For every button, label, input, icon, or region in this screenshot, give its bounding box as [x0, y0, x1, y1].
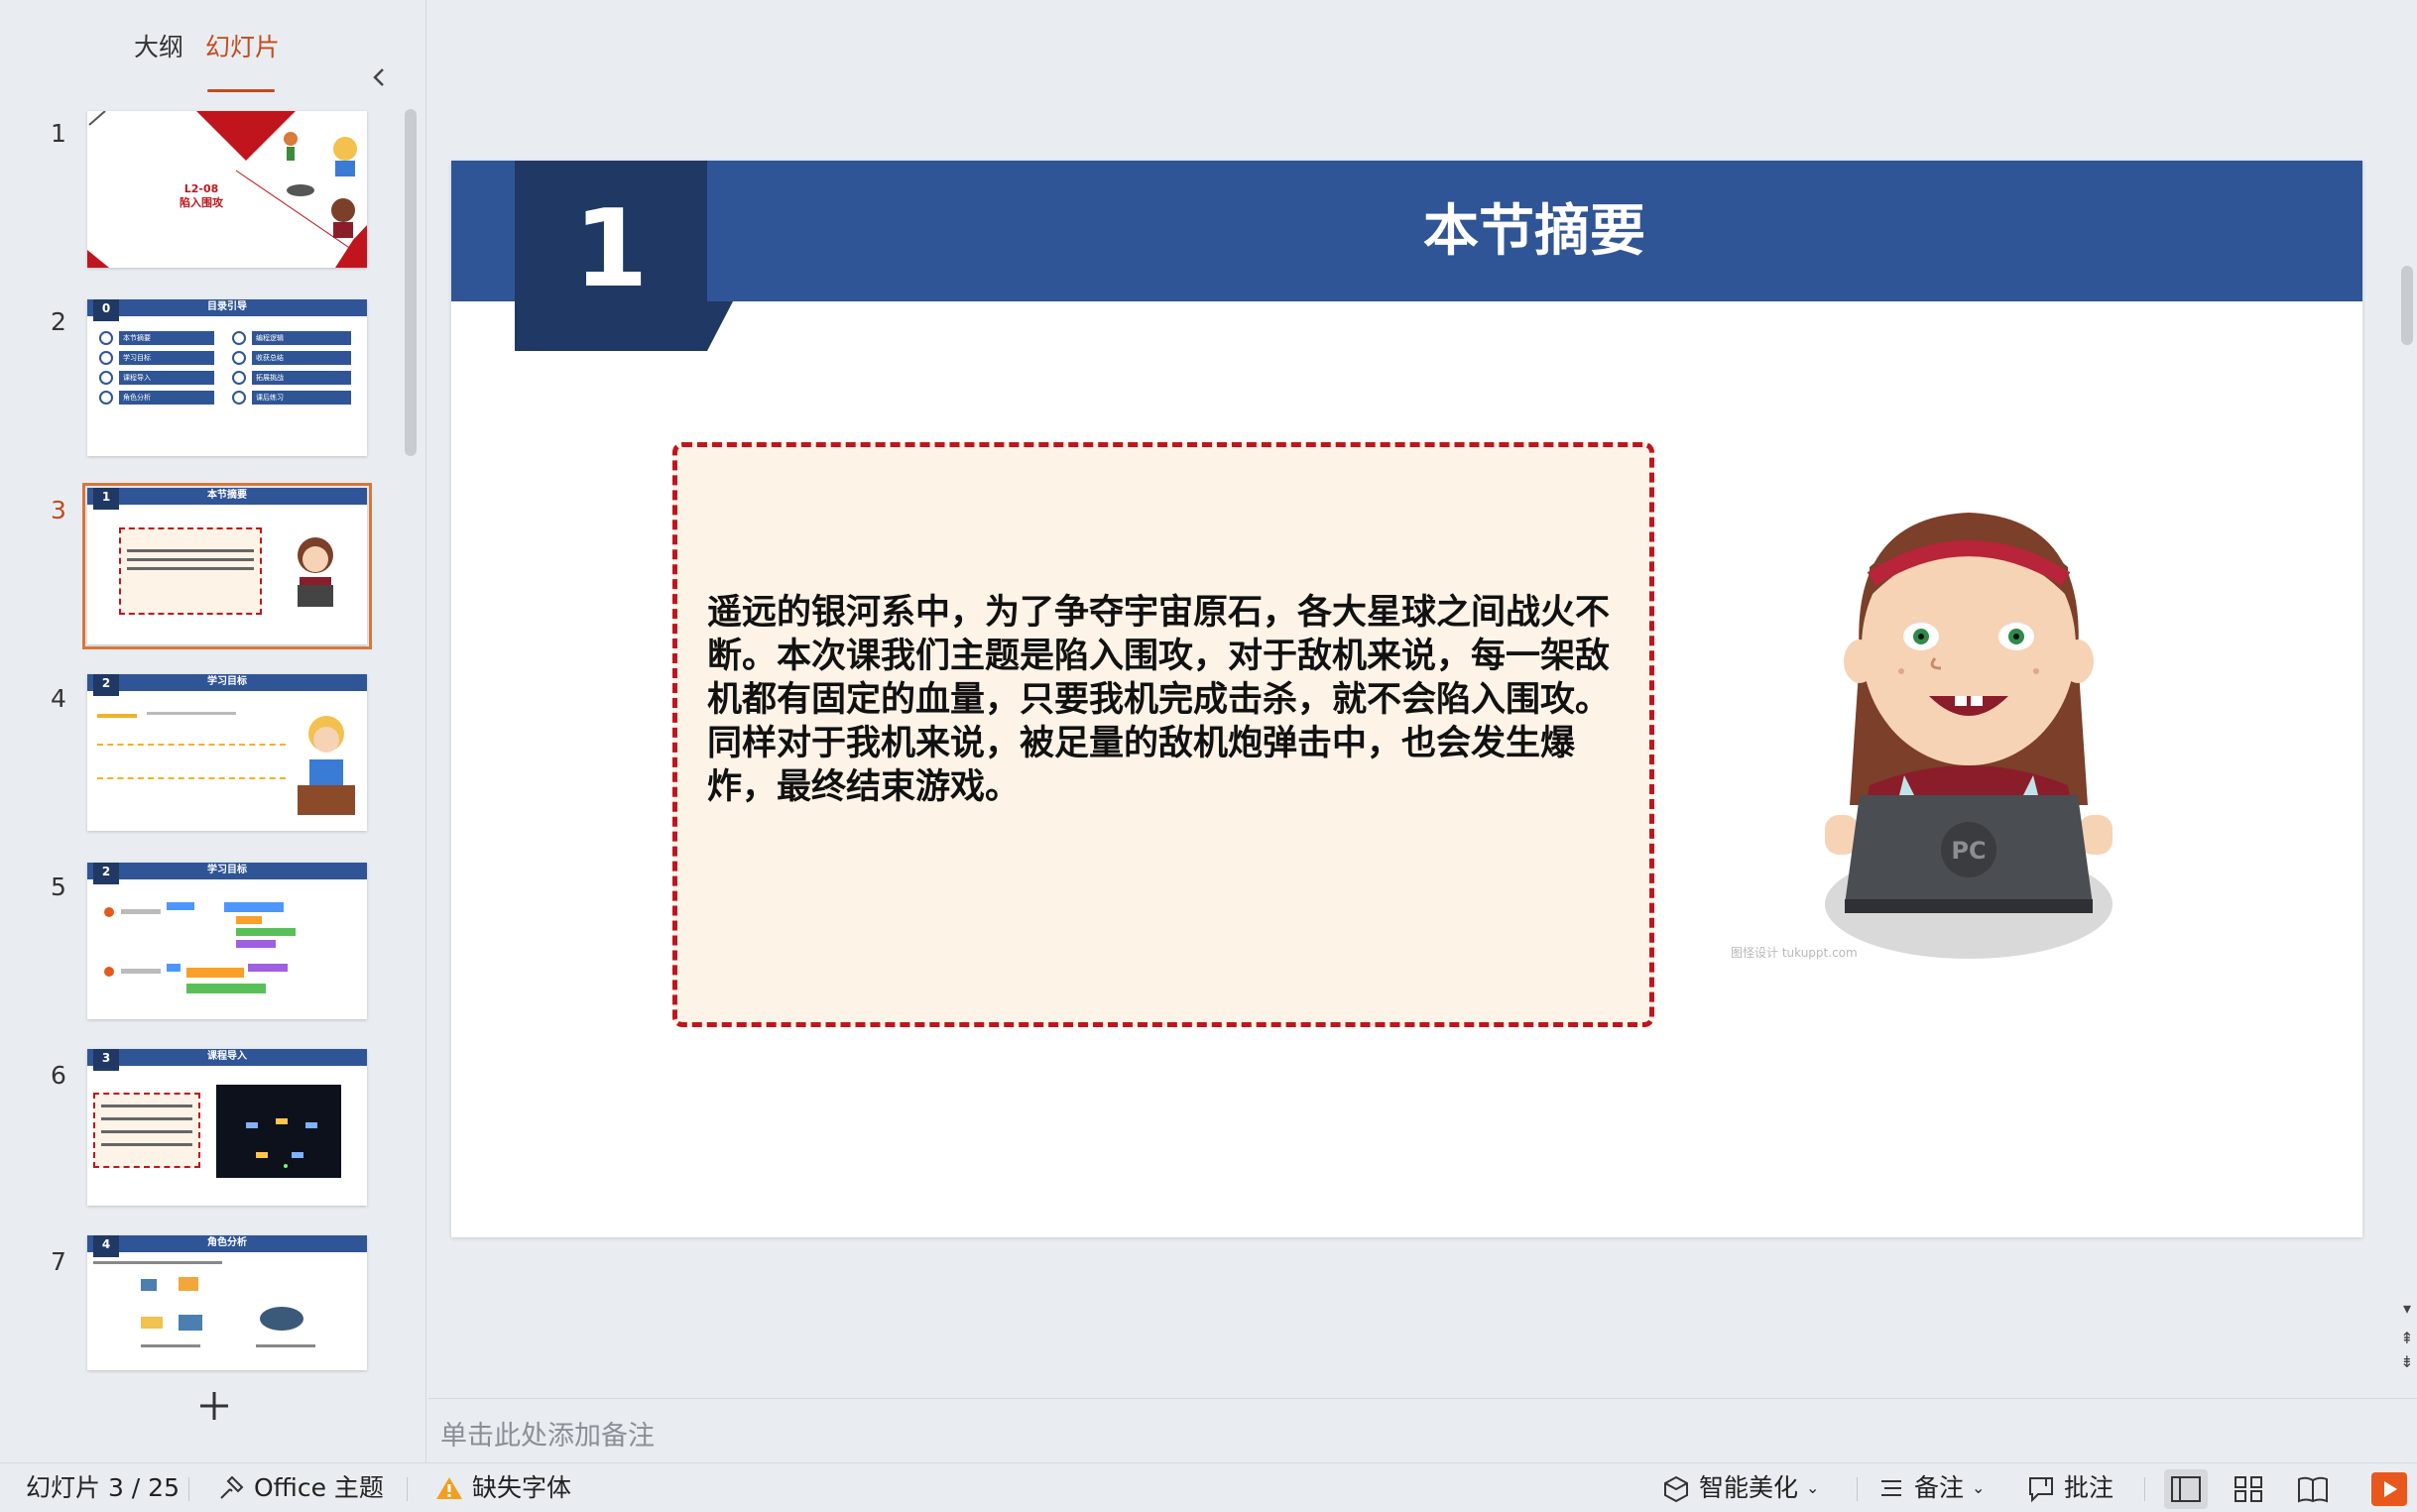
slide-number-label: 7 — [51, 1247, 66, 1276]
slide-number-label: 1 — [51, 119, 66, 148]
boy-avatar-icon — [298, 716, 355, 815]
girl-avatar-icon — [298, 537, 333, 607]
toc-item: 课程导入 — [119, 371, 214, 385]
slideshow-play-button[interactable] — [2371, 1472, 2407, 1506]
slide-panel: 大纲 幻灯片 1 L2-08 陷入围攻 2 0 目录引导 本节摘要 学习目标 课… — [0, 0, 426, 1462]
slide-number-label: 6 — [51, 1061, 66, 1090]
slide-number-label: 5 — [51, 872, 66, 901]
slide-thumbnail-6[interactable]: 3 课程导入 — [87, 1049, 367, 1206]
comment-icon — [2029, 1477, 2053, 1503]
thumb-title: 本节摘要 — [207, 490, 247, 501]
tab-outline[interactable]: 大纲 — [134, 30, 183, 65]
comments-label: 批注 — [2064, 1473, 2115, 1502]
reading-view-icon[interactable] — [2291, 1469, 2335, 1509]
role-analysis-graphic — [93, 1261, 315, 1347]
play-icon — [2384, 1481, 2397, 1497]
slide-thumbnail-1[interactable]: L2-08 陷入围攻 — [87, 111, 367, 268]
chevron-left-icon[interactable] — [365, 61, 393, 93]
slide-counter-text: 幻灯片 3 / 25 — [26, 1473, 180, 1502]
theme-label: Office 主题 — [254, 1473, 384, 1502]
thumb-text-box — [93, 1093, 200, 1168]
toc-item: 拓展挑战 — [252, 371, 351, 385]
divider — [2144, 1477, 2145, 1501]
current-slide[interactable]: 1 本节摘要 遥远的银河系中，为了争夺宇宙原石，各大星球之间战火不断。本次课我们… — [451, 161, 2362, 1237]
notes-pane[interactable]: 单击此处添加备注 — [428, 1398, 2417, 1462]
slide-thumbnail-2[interactable]: 0 目录引导 本节摘要 学习目标 课程导入 角色分析 编程逻辑 收获总结 拓展挑… — [87, 299, 367, 456]
game-screenshot — [216, 1085, 341, 1178]
slide-number-label: 2 — [51, 307, 66, 336]
toc-right-column: 编程逻辑 收获总结 拓展挑战 课后练习 — [232, 331, 355, 405]
toc-item: 学习目标 — [119, 351, 214, 365]
thumb-title-line: L2-08 — [183, 182, 219, 195]
previous-slide-icon[interactable]: ⇞ — [2399, 1329, 2415, 1347]
editor-scrollbar[interactable]: ▾ ⇞ ⇟ — [2397, 129, 2417, 1371]
thumb-title: 学习目标 — [207, 676, 247, 687]
beautify-icon — [1664, 1475, 1688, 1503]
slide-title[interactable]: 本节摘要 — [707, 197, 2361, 267]
toc-item: 本节摘要 — [119, 331, 214, 345]
summary-text-box[interactable]: 遥远的银河系中，为了争夺宇宙原石，各大星球之间战火不断。本次课我们主题是陷入围攻… — [672, 442, 1654, 1027]
thumb-title: 目录引导 — [207, 301, 247, 312]
thumbnail-scrollbar[interactable] — [405, 109, 417, 456]
plus-icon[interactable] — [194, 1386, 234, 1426]
slide-number-label: 3 — [51, 496, 66, 524]
next-slide-icon[interactable]: ⇟ — [2399, 1352, 2415, 1371]
warning-icon — [436, 1477, 462, 1499]
slide-thumbnail-4[interactable]: 2 学习目标 — [87, 674, 367, 831]
notes-icon — [1881, 1480, 1901, 1496]
girl-with-laptop-illustration[interactable]: PC — [1820, 488, 2117, 1132]
scroll-thumb[interactable] — [2401, 266, 2413, 345]
thumb-title: 课程导入 — [207, 1051, 247, 1062]
thumb-title: 角色分析 — [207, 1237, 247, 1248]
active-tab-indicator — [207, 89, 275, 92]
divider — [188, 1477, 189, 1501]
toc-item: 角色分析 — [119, 391, 214, 405]
toc-item: 编程逻辑 — [252, 331, 351, 345]
divider — [407, 1477, 408, 1501]
toc-item: 课后练习 — [252, 391, 351, 405]
theme-button[interactable]: Office 主题 — [216, 1463, 384, 1512]
comments-button[interactable]: 批注 — [2026, 1463, 2114, 1512]
thumb-title: 学习目标 — [207, 865, 247, 875]
section-number: 1 — [573, 187, 649, 311]
missing-fonts-label: 缺失字体 — [472, 1473, 572, 1502]
tab-slides[interactable]: 幻灯片 — [205, 30, 280, 65]
notes-toggle-button[interactable]: 备注 ⌄ — [1876, 1463, 1985, 1512]
laptop-logo: PC — [1951, 837, 1986, 865]
scroll-down-icon[interactable]: ▾ — [2399, 1299, 2415, 1318]
toc-item: 收获总结 — [252, 351, 351, 365]
slide-counter: 幻灯片 3 / 25 — [26, 1463, 180, 1512]
slide-thumbnail-3[interactable]: 1 本节摘要 — [82, 483, 372, 649]
grid-view-icon[interactable] — [2227, 1469, 2270, 1509]
panel-tabs: 大纲 幻灯片 — [0, 30, 426, 92]
theme-icon — [220, 1475, 244, 1499]
chevron-down-icon: ⌄ — [1972, 1478, 1986, 1497]
thumb-summary-box — [119, 527, 262, 615]
watermark: 图怪设计 tukuppt.com — [1731, 946, 1858, 960]
slide-editor: 1 本节摘要 遥远的银河系中，为了争夺宇宙原石，各大星球之间战火不断。本次课我们… — [428, 0, 2417, 1398]
notes-placeholder[interactable]: 单击此处添加备注 — [440, 1414, 655, 1453]
smart-beautify-label: 智能美化 — [1699, 1473, 1799, 1502]
status-bar: 幻灯片 3 / 25 Office 主题 缺失字体 智能美化 ⌄ 备注 ⌄ 批注 — [0, 1462, 2417, 1512]
thumb-title-line: 陷入围攻 — [180, 196, 223, 209]
summary-text[interactable]: 遥远的银河系中，为了争夺宇宙原石，各大星球之间战火不断。本次课我们主题是陷入围攻… — [707, 591, 1620, 809]
slide-thumbnail-7[interactable]: 4 角色分析 — [87, 1235, 367, 1370]
notes-label: 备注 — [1914, 1473, 1965, 1502]
code-blocks-graphic — [104, 902, 296, 993]
smart-beautify-button[interactable]: 智能美化 ⌄ — [1661, 1463, 1819, 1512]
toc-left-column: 本节摘要 学习目标 课程导入 角色分析 — [99, 331, 218, 405]
missing-fonts-button[interactable]: 缺失字体 — [434, 1463, 571, 1512]
normal-view-icon[interactable] — [2164, 1469, 2208, 1509]
divider — [1857, 1477, 1858, 1501]
chevron-down-icon: ⌄ — [1806, 1478, 1820, 1497]
slide-number-label: 4 — [51, 684, 66, 713]
slide-thumbnail-5[interactable]: 2 学习目标 — [87, 863, 367, 1019]
